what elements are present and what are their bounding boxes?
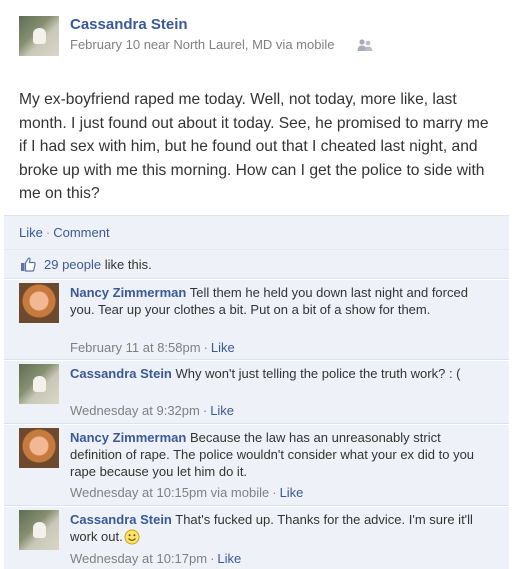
action-separator: · bbox=[45, 225, 51, 240]
commenter-avatar[interactable] bbox=[19, 510, 59, 550]
comment-body: Nancy Zimmerman Because the law has an u… bbox=[70, 429, 480, 480]
post-header: Cassandra Stein February 10 near North L… bbox=[19, 16, 499, 58]
comment-like-link[interactable]: Like bbox=[211, 340, 235, 355]
post-meta: February 10 near North Laurel, MD via mo… bbox=[70, 37, 335, 52]
comment-meta: February 11 at 8:58pm · Like bbox=[70, 340, 235, 356]
meta-separator: · bbox=[202, 403, 208, 418]
comment-meta: Wednesday at 10:17pm · Like bbox=[70, 551, 241, 567]
commenter-avatar[interactable] bbox=[19, 428, 59, 468]
like-link[interactable]: Like bbox=[19, 225, 43, 240]
comment-time[interactable]: Wednesday at 9:32pm bbox=[70, 403, 200, 418]
comment-body: Cassandra Stein That's fucked up. Thanks… bbox=[70, 511, 480, 545]
comment-body: Cassandra Stein Why won't just telling t… bbox=[70, 365, 480, 382]
commenter-name[interactable]: Cassandra Stein bbox=[70, 366, 172, 381]
post-text: My ex-boyfriend raped me today. Well, no… bbox=[19, 91, 489, 202]
author-avatar[interactable] bbox=[19, 16, 59, 56]
comment-meta: Wednesday at 9:32pm · Like bbox=[70, 403, 234, 419]
comment-text: Why won't just telling the police the tr… bbox=[175, 366, 461, 381]
comment-like-link[interactable]: Like bbox=[217, 551, 241, 566]
comment-time[interactable]: Wednesday at 10:17pm bbox=[70, 551, 207, 566]
post-actions: Like · Comment bbox=[19, 225, 110, 241]
comment-like-link[interactable]: Like bbox=[210, 403, 234, 418]
commenter-name[interactable]: Nancy Zimmerman bbox=[70, 430, 186, 445]
friends-icon[interactable] bbox=[357, 38, 373, 52]
comment-meta: Wednesday at 10:15pm via mobile · Like bbox=[70, 485, 303, 501]
likes-summary: 29 people like this. bbox=[4, 249, 509, 278]
author-name[interactable]: Cassandra Stein bbox=[70, 16, 188, 34]
comment: Nancy Zimmerman Because the law has an u… bbox=[4, 424, 509, 506]
facebook-post: Cassandra Stein February 10 near North L… bbox=[0, 0, 513, 569]
meta-separator: · bbox=[272, 485, 277, 500]
comment-body: Nancy Zimmerman Tell them he held you do… bbox=[70, 284, 480, 318]
meta-separator: · bbox=[210, 551, 215, 566]
comment-like-link[interactable]: Like bbox=[280, 485, 304, 500]
commenter-name[interactable]: Nancy Zimmerman bbox=[70, 285, 186, 300]
commenter-avatar[interactable] bbox=[19, 283, 59, 323]
comment: Nancy Zimmerman Tell them he held you do… bbox=[4, 279, 509, 360]
comment: Cassandra Stein Why won't just telling t… bbox=[4, 360, 509, 424]
comment-time[interactable]: Wednesday at 10:15pm via mobile bbox=[70, 485, 269, 500]
meta-separator: · bbox=[203, 340, 208, 355]
comment: Cassandra Stein That's fucked up. Thanks… bbox=[4, 506, 509, 569]
comment-link[interactable]: Comment bbox=[53, 225, 109, 240]
thumbs-up-icon bbox=[21, 257, 36, 272]
likes-text: 29 people like this. bbox=[44, 257, 152, 273]
commenter-avatar[interactable] bbox=[19, 364, 59, 404]
comment-time[interactable]: February 11 at 8:58pm bbox=[70, 340, 201, 355]
likes-count[interactable]: 29 people bbox=[44, 257, 101, 272]
commenter-name[interactable]: Cassandra Stein bbox=[70, 512, 172, 527]
likes-suffix: like this. bbox=[104, 257, 152, 272]
smiley-icon bbox=[124, 529, 140, 545]
